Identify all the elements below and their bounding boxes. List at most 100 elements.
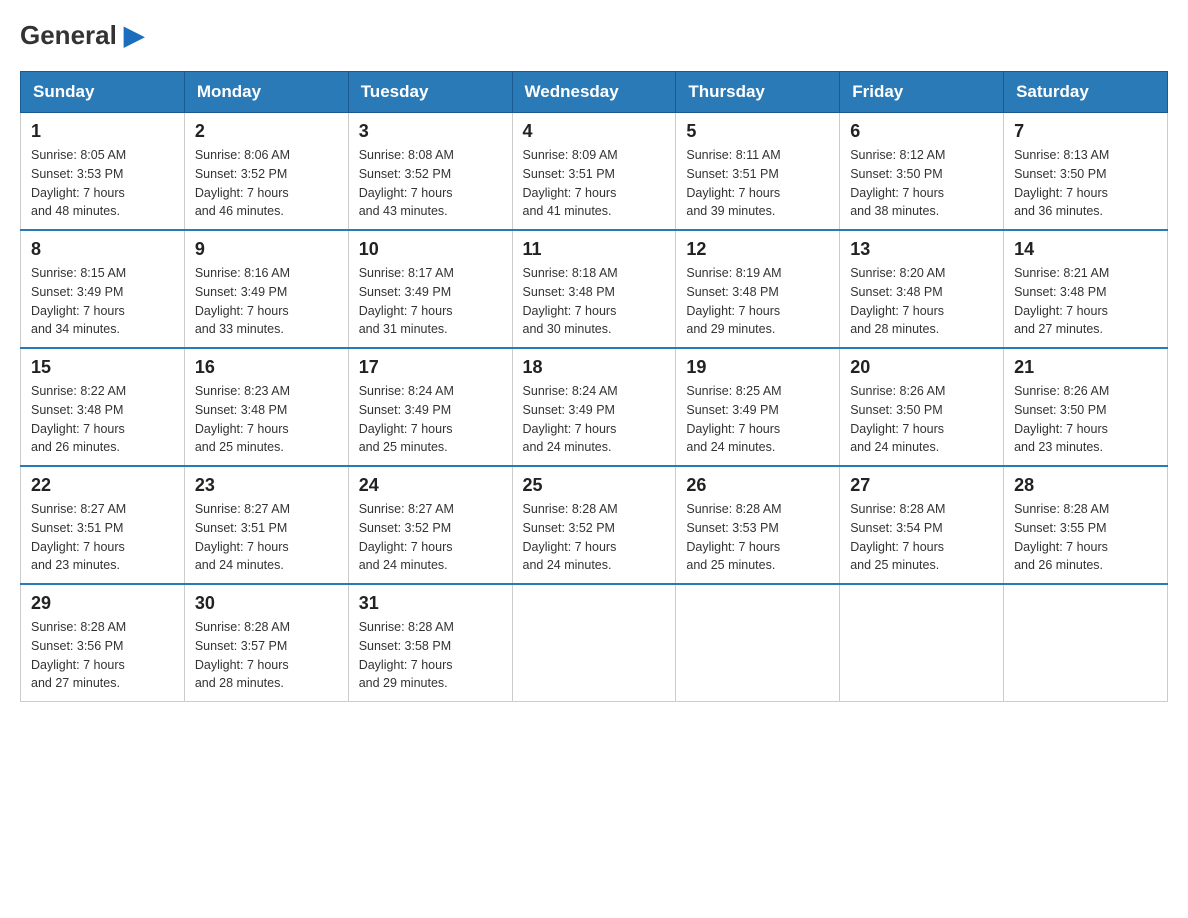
day-cell-6: 6 Sunrise: 8:12 AMSunset: 3:50 PMDaylight… bbox=[840, 113, 1004, 231]
day-info: Sunrise: 8:27 AMSunset: 3:52 PMDaylight:… bbox=[359, 500, 502, 575]
empty-cell bbox=[676, 584, 840, 702]
day-cell-31: 31 Sunrise: 8:28 AMSunset: 3:58 PMDayligh… bbox=[348, 584, 512, 702]
empty-cell bbox=[840, 584, 1004, 702]
day-info: Sunrise: 8:06 AMSunset: 3:52 PMDaylight:… bbox=[195, 146, 338, 221]
empty-cell bbox=[512, 584, 676, 702]
day-cell-21: 21Sunrise: 8:26 AMSunset: 3:50 PMDayligh… bbox=[1004, 348, 1168, 466]
day-info: Sunrise: 8:05 AMSunset: 3:53 PMDaylight:… bbox=[31, 146, 174, 221]
day-info: Sunrise: 8:25 AMSunset: 3:49 PMDaylight:… bbox=[686, 382, 829, 457]
day-cell-1: 1 Sunrise: 8:05 AMSunset: 3:53 PMDaylight… bbox=[21, 113, 185, 231]
week-row-5: 29 Sunrise: 8:28 AMSunset: 3:56 PMDayligh… bbox=[21, 584, 1168, 702]
day-cell-13: 13 Sunrise: 8:20 AMSunset: 3:48 PMDayligh… bbox=[840, 230, 1004, 348]
day-number: 20 bbox=[850, 357, 993, 378]
week-row-3: 15Sunrise: 8:22 AMSunset: 3:48 PMDayligh… bbox=[21, 348, 1168, 466]
day-number: 28 bbox=[1014, 475, 1157, 496]
day-info: Sunrise: 8:28 AMSunset: 3:58 PMDaylight:… bbox=[359, 618, 502, 693]
day-cell-30: 30 Sunrise: 8:28 AMSunset: 3:57 PMDayligh… bbox=[184, 584, 348, 702]
day-number: 30 bbox=[195, 593, 338, 614]
day-cell-2: 2 Sunrise: 8:06 AMSunset: 3:52 PMDaylight… bbox=[184, 113, 348, 231]
column-header-friday: Friday bbox=[840, 72, 1004, 113]
calendar-table: SundayMondayTuesdayWednesdayThursdayFrid… bbox=[20, 71, 1168, 702]
day-info: Sunrise: 8:27 AMSunset: 3:51 PMDaylight:… bbox=[195, 500, 338, 575]
day-cell-22: 22Sunrise: 8:27 AMSunset: 3:51 PMDayligh… bbox=[21, 466, 185, 584]
day-number: 15 bbox=[31, 357, 174, 378]
day-number: 25 bbox=[523, 475, 666, 496]
week-row-2: 8Sunrise: 8:15 AMSunset: 3:49 PMDaylight… bbox=[21, 230, 1168, 348]
day-cell-23: 23 Sunrise: 8:27 AMSunset: 3:51 PMDayligh… bbox=[184, 466, 348, 584]
day-info: Sunrise: 8:19 AMSunset: 3:48 PMDaylight:… bbox=[686, 264, 829, 339]
day-info: Sunrise: 8:24 AMSunset: 3:49 PMDaylight:… bbox=[523, 382, 666, 457]
day-number: 14 bbox=[1014, 239, 1157, 260]
day-info: Sunrise: 8:27 AMSunset: 3:51 PMDaylight:… bbox=[31, 500, 174, 575]
day-cell-12: 12 Sunrise: 8:19 AMSunset: 3:48 PMDayligh… bbox=[676, 230, 840, 348]
day-cell-5: 5Sunrise: 8:11 AMSunset: 3:51 PMDaylight… bbox=[676, 113, 840, 231]
day-info: Sunrise: 8:28 AMSunset: 3:56 PMDaylight:… bbox=[31, 618, 174, 693]
day-number: 7 bbox=[1014, 121, 1157, 142]
page-header: General ▶ bbox=[20, 20, 1168, 51]
week-row-1: 1 Sunrise: 8:05 AMSunset: 3:53 PMDaylight… bbox=[21, 113, 1168, 231]
day-info: Sunrise: 8:28 AMSunset: 3:54 PMDaylight:… bbox=[850, 500, 993, 575]
day-cell-3: 3Sunrise: 8:08 AMSunset: 3:52 PMDaylight… bbox=[348, 113, 512, 231]
day-number: 31 bbox=[359, 593, 502, 614]
day-info: Sunrise: 8:26 AMSunset: 3:50 PMDaylight:… bbox=[850, 382, 993, 457]
day-info: Sunrise: 8:28 AMSunset: 3:55 PMDaylight:… bbox=[1014, 500, 1157, 575]
day-cell-28: 28 Sunrise: 8:28 AMSunset: 3:55 PMDayligh… bbox=[1004, 466, 1168, 584]
day-cell-15: 15Sunrise: 8:22 AMSunset: 3:48 PMDayligh… bbox=[21, 348, 185, 466]
day-number: 18 bbox=[523, 357, 666, 378]
day-number: 23 bbox=[195, 475, 338, 496]
day-number: 1 bbox=[31, 121, 174, 142]
day-info: Sunrise: 8:18 AMSunset: 3:48 PMDaylight:… bbox=[523, 264, 666, 339]
logo-general: General bbox=[20, 20, 117, 50]
day-info: Sunrise: 8:17 AMSunset: 3:49 PMDaylight:… bbox=[359, 264, 502, 339]
day-cell-20: 20 Sunrise: 8:26 AMSunset: 3:50 PMDayligh… bbox=[840, 348, 1004, 466]
day-number: 10 bbox=[359, 239, 502, 260]
day-info: Sunrise: 8:09 AMSunset: 3:51 PMDaylight:… bbox=[523, 146, 666, 221]
day-cell-16: 16 Sunrise: 8:23 AMSunset: 3:48 PMDayligh… bbox=[184, 348, 348, 466]
day-cell-17: 17 Sunrise: 8:24 AMSunset: 3:49 PMDayligh… bbox=[348, 348, 512, 466]
day-cell-4: 4Sunrise: 8:09 AMSunset: 3:51 PMDaylight… bbox=[512, 113, 676, 231]
day-info: Sunrise: 8:16 AMSunset: 3:49 PMDaylight:… bbox=[195, 264, 338, 339]
day-cell-9: 9 Sunrise: 8:16 AMSunset: 3:49 PMDaylight… bbox=[184, 230, 348, 348]
day-number: 5 bbox=[686, 121, 829, 142]
column-header-tuesday: Tuesday bbox=[348, 72, 512, 113]
day-info: Sunrise: 8:24 AMSunset: 3:49 PMDaylight:… bbox=[359, 382, 502, 457]
day-number: 21 bbox=[1014, 357, 1157, 378]
day-number: 26 bbox=[686, 475, 829, 496]
day-number: 19 bbox=[686, 357, 829, 378]
logo: General ▶ bbox=[20, 20, 144, 51]
day-number: 13 bbox=[850, 239, 993, 260]
day-info: Sunrise: 8:28 AMSunset: 3:52 PMDaylight:… bbox=[523, 500, 666, 575]
day-cell-7: 7 Sunrise: 8:13 AMSunset: 3:50 PMDaylight… bbox=[1004, 113, 1168, 231]
column-header-thursday: Thursday bbox=[676, 72, 840, 113]
column-header-monday: Monday bbox=[184, 72, 348, 113]
column-header-sunday: Sunday bbox=[21, 72, 185, 113]
day-number: 24 bbox=[359, 475, 502, 496]
logo-blue-part: ▶ bbox=[117, 20, 144, 50]
day-cell-24: 24 Sunrise: 8:27 AMSunset: 3:52 PMDayligh… bbox=[348, 466, 512, 584]
day-cell-11: 11 Sunrise: 8:18 AMSunset: 3:48 PMDayligh… bbox=[512, 230, 676, 348]
day-number: 17 bbox=[359, 357, 502, 378]
day-info: Sunrise: 8:15 AMSunset: 3:49 PMDaylight:… bbox=[31, 264, 174, 339]
day-cell-8: 8Sunrise: 8:15 AMSunset: 3:49 PMDaylight… bbox=[21, 230, 185, 348]
day-cell-14: 14Sunrise: 8:21 AMSunset: 3:48 PMDayligh… bbox=[1004, 230, 1168, 348]
day-cell-10: 10 Sunrise: 8:17 AMSunset: 3:49 PMDayligh… bbox=[348, 230, 512, 348]
day-number: 6 bbox=[850, 121, 993, 142]
day-info: Sunrise: 8:08 AMSunset: 3:52 PMDaylight:… bbox=[359, 146, 502, 221]
day-info: Sunrise: 8:23 AMSunset: 3:48 PMDaylight:… bbox=[195, 382, 338, 457]
day-number: 2 bbox=[195, 121, 338, 142]
day-info: Sunrise: 8:20 AMSunset: 3:48 PMDaylight:… bbox=[850, 264, 993, 339]
day-cell-25: 25 Sunrise: 8:28 AMSunset: 3:52 PMDayligh… bbox=[512, 466, 676, 584]
day-info: Sunrise: 8:28 AMSunset: 3:57 PMDaylight:… bbox=[195, 618, 338, 693]
day-info: Sunrise: 8:12 AMSunset: 3:50 PMDaylight:… bbox=[850, 146, 993, 221]
day-number: 11 bbox=[523, 239, 666, 260]
week-row-4: 22Sunrise: 8:27 AMSunset: 3:51 PMDayligh… bbox=[21, 466, 1168, 584]
day-cell-29: 29 Sunrise: 8:28 AMSunset: 3:56 PMDayligh… bbox=[21, 584, 185, 702]
day-number: 9 bbox=[195, 239, 338, 260]
day-info: Sunrise: 8:13 AMSunset: 3:50 PMDaylight:… bbox=[1014, 146, 1157, 221]
day-number: 29 bbox=[31, 593, 174, 614]
day-number: 12 bbox=[686, 239, 829, 260]
day-info: Sunrise: 8:28 AMSunset: 3:53 PMDaylight:… bbox=[686, 500, 829, 575]
day-number: 16 bbox=[195, 357, 338, 378]
column-header-saturday: Saturday bbox=[1004, 72, 1168, 113]
day-cell-26: 26 Sunrise: 8:28 AMSunset: 3:53 PMDayligh… bbox=[676, 466, 840, 584]
